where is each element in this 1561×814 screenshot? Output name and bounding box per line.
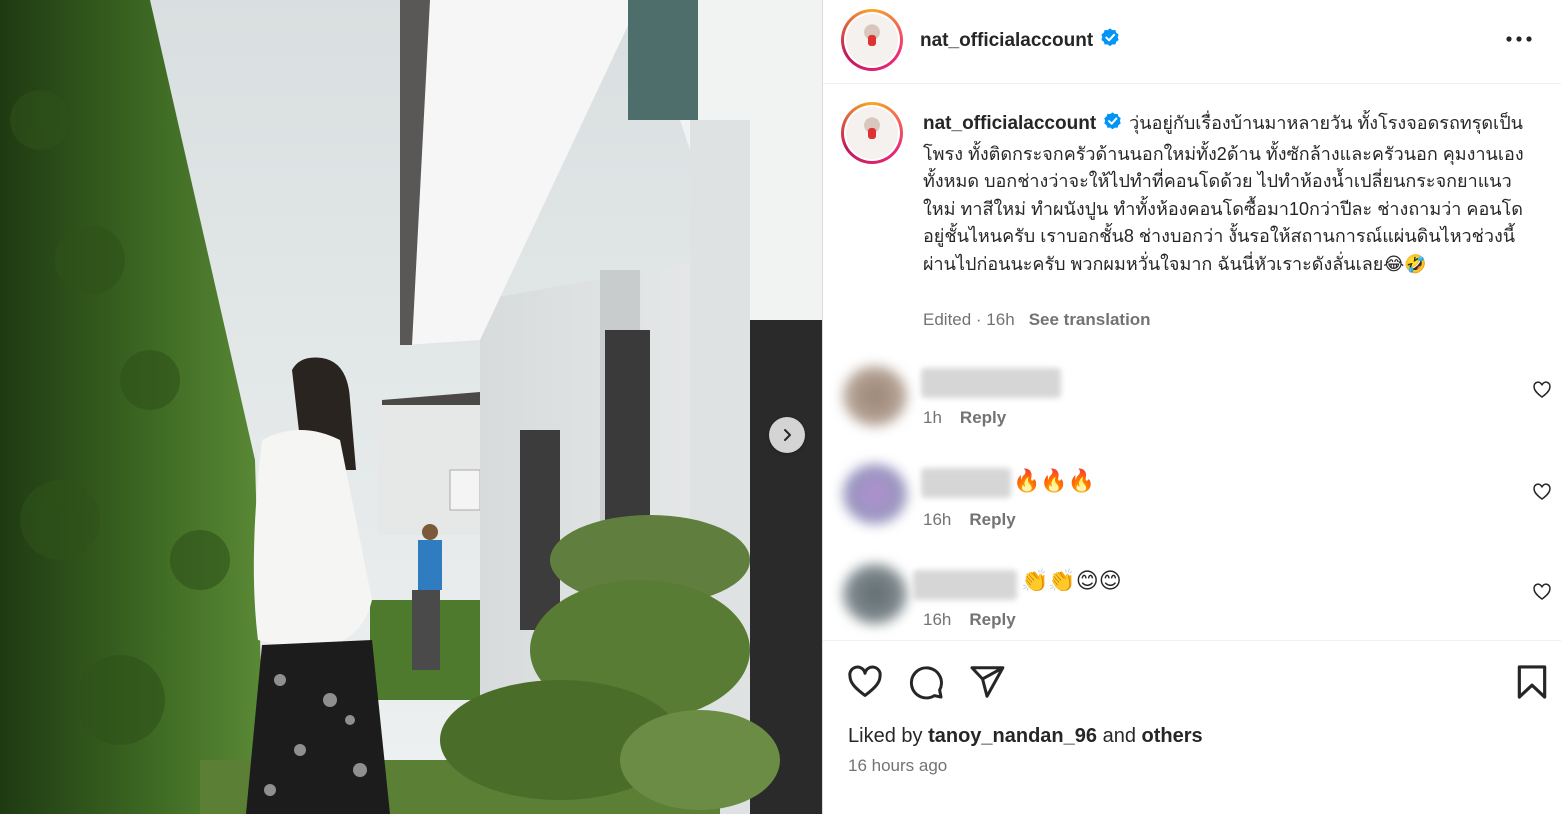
author-username[interactable]: nat_officialaccount (920, 30, 1093, 51)
caption-meta: Edited · 16h See translation (923, 310, 1151, 330)
comment-time: 16h (923, 510, 952, 529)
comment-item: 1h Reply (823, 366, 1561, 446)
commenter-username-blurred[interactable] (921, 368, 1061, 398)
heart-icon[interactable] (846, 663, 884, 701)
comment-like-icon[interactable] (1532, 482, 1552, 502)
reply-button[interactable]: Reply (969, 510, 1015, 529)
more-options-button[interactable] (1504, 24, 1534, 54)
commenter-username-blurred[interactable] (921, 468, 1011, 498)
comment-time: 16h (923, 610, 952, 629)
post-actions: Liked by tanoy_nandan_96 and others 16 h… (823, 640, 1561, 814)
more-options-icon (1506, 36, 1532, 42)
comment-time: 1h (923, 408, 942, 427)
liked-by-user[interactable]: tanoy_nandan_96 (928, 725, 1097, 747)
caption-text: วุ่นอยู่กับเรื่องบ้านมาหลายวัน ทั้งโรงจอ… (923, 113, 1524, 274)
see-translation-link[interactable]: See translation (1029, 310, 1151, 329)
commenter-avatar[interactable] (843, 464, 907, 524)
post-header: nat_officialaccount (823, 0, 1561, 84)
liked-by-others[interactable]: others (1142, 725, 1203, 747)
share-icon[interactable] (968, 663, 1006, 701)
comment-meta: 16h Reply (923, 510, 1016, 530)
chevron-right-icon (784, 429, 791, 441)
post-detail-panel: nat_officialaccount nat_officialaccount ว… (822, 0, 1561, 814)
reply-button[interactable]: Reply (969, 610, 1015, 629)
comment-text: 🔥🔥🔥 (1013, 468, 1096, 493)
commenter-username-blurred[interactable] (913, 570, 1017, 600)
comment-item: 👏👏😊😊 16h Reply (823, 564, 1561, 644)
bookmark-icon[interactable] (1513, 663, 1551, 701)
comment-meta: 1h Reply (923, 408, 1006, 428)
post-time-ago[interactable]: 16 hours ago (848, 756, 947, 776)
caption-author-avatar[interactable] (841, 102, 903, 164)
comment-item: 🔥🔥🔥 16h Reply (823, 464, 1561, 544)
author-name-row: nat_officialaccount (920, 27, 1121, 54)
next-photo-button[interactable] (769, 417, 805, 453)
comment-meta: 16h Reply (923, 610, 1016, 630)
comment-like-icon[interactable] (1532, 582, 1552, 602)
caption-username[interactable]: nat_officialaccount (923, 113, 1096, 134)
photo-illustration (0, 0, 822, 814)
commenter-avatar[interactable] (843, 564, 907, 624)
post-photo (0, 0, 822, 814)
liked-by-and: and (1102, 725, 1136, 747)
commenter-avatar[interactable] (843, 366, 907, 426)
verified-badge-icon (1102, 111, 1123, 141)
verified-badge-icon (1099, 27, 1121, 54)
author-avatar[interactable] (841, 9, 903, 71)
comment-icon[interactable] (907, 663, 945, 701)
comment-text: 👏👏😊😊 (1021, 568, 1122, 593)
liked-by: Liked by tanoy_nandan_96 and others (848, 725, 1203, 748)
edited-time: Edited · 16h (923, 310, 1015, 329)
comment-like-icon[interactable] (1532, 380, 1552, 400)
liked-by-prefix: Liked by (848, 725, 923, 747)
reply-button[interactable]: Reply (960, 408, 1006, 427)
post-caption: nat_officialaccount วุ่นอยู่กับเรื่องบ้าน… (923, 110, 1533, 278)
